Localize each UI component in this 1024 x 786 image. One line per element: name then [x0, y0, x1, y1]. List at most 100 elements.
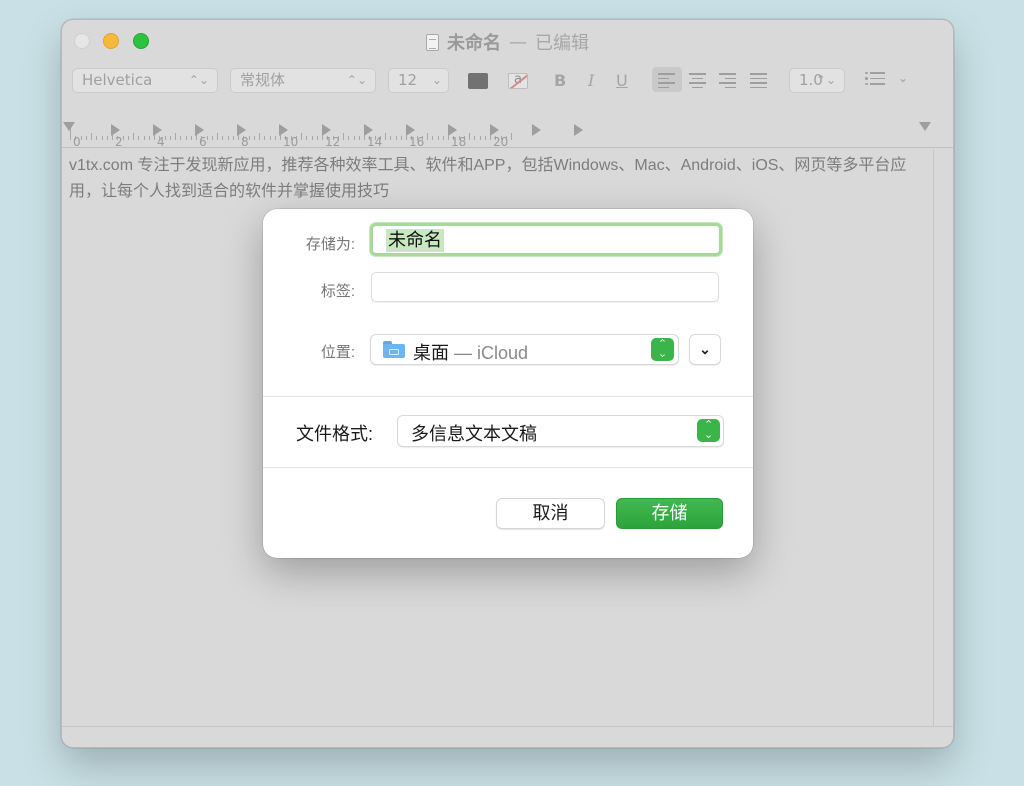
- tab-stop-marker[interactable]: [405, 124, 415, 136]
- tab-stop-marker[interactable]: [111, 124, 120, 136]
- tags-label: 标签:: [320, 283, 355, 300]
- ruler-tick: [164, 136, 166, 140]
- ruler-number: 6: [199, 135, 207, 149]
- document-text[interactable]: v1tx.com 专注于发现新应用，推荐各种效率工具、软件和APP，包括Wind…: [69, 153, 929, 205]
- file-format-label: 文件格式:: [296, 424, 374, 444]
- right-margin-marker[interactable]: [919, 122, 931, 131]
- location-service: — iCloud: [454, 343, 529, 363]
- updown-chevron-icon: ⌃⌄: [815, 73, 836, 87]
- ruler-tick: [248, 136, 250, 140]
- bold-button[interactable]: B: [554, 71, 566, 90]
- font-size-value: 12: [398, 71, 418, 89]
- font-style-value: 常规体: [240, 71, 286, 89]
- ruler-tick: [395, 136, 397, 140]
- ruler-tick: [175, 133, 176, 140]
- expand-dialog-button[interactable]: ⌄: [689, 334, 721, 365]
- ruler-tick: [274, 136, 276, 140]
- ruler-tick: [106, 136, 108, 140]
- italic-button[interactable]: I: [588, 71, 594, 90]
- left-margin-marker[interactable]: [63, 122, 75, 131]
- ruler-tick: [264, 136, 266, 140]
- ruler-number: 16: [409, 135, 425, 149]
- save-dialog: 存储为: 未命名 标签: 位置: 桌面 — iCloud ⌃ ⌄ ⌄ 文件格式: …: [263, 209, 753, 558]
- ruler-number: 0: [73, 135, 81, 149]
- list-bullets-icon[interactable]: [865, 71, 885, 87]
- updown-chevron-icon: ⌃⌄: [346, 73, 367, 87]
- file-format-popup[interactable]: 多信息文本文稿 ⌃ ⌄: [397, 415, 724, 447]
- align-right-icon[interactable]: [719, 73, 736, 88]
- ruler-number: 2: [115, 135, 123, 149]
- ruler-tick: [437, 136, 439, 140]
- tab-stop-marker[interactable]: [195, 124, 205, 136]
- ruler-tick: [301, 133, 302, 140]
- window-title-state: 已编辑: [535, 33, 589, 54]
- save-as-label: 存储为:: [305, 236, 355, 253]
- text-color-swatch[interactable]: [468, 73, 488, 89]
- ruler-tick: [190, 136, 192, 140]
- font-family-popup[interactable]: Helvetica ⌃⌄: [72, 68, 218, 93]
- line-spacing-popup[interactable]: 1.0 ⌃⌄: [789, 68, 845, 93]
- tab-stop-marker[interactable]: [153, 124, 163, 136]
- ruler-tick: [474, 136, 476, 140]
- font-style-popup[interactable]: 常规体 ⌃⌄: [230, 68, 376, 93]
- chevron-down-icon: ⌄: [431, 73, 442, 87]
- ruler-number: 8: [241, 135, 249, 149]
- highlight-a-icon: a: [514, 73, 522, 87]
- ruler-tick: [80, 136, 82, 140]
- ruler-tick: [148, 136, 150, 140]
- location-popup[interactable]: 桌面 — iCloud ⌃ ⌄: [370, 334, 679, 365]
- ruler-tick: [143, 136, 145, 140]
- ruler-number: 18: [451, 135, 467, 149]
- ruler-tick: [259, 133, 260, 140]
- ruler-tick: [427, 133, 428, 140]
- save-button[interactable]: 存储: [616, 498, 723, 529]
- ruler-number: 10: [283, 135, 299, 149]
- ruler-tick: [185, 136, 187, 140]
- filename-input[interactable]: 未命名: [370, 223, 722, 256]
- ruler-tick: [85, 136, 87, 140]
- window-title: 未命名 — 已编辑: [62, 29, 953, 55]
- divider: [263, 467, 753, 468]
- align-center-icon[interactable]: [689, 73, 706, 88]
- highlight-color-swatch[interactable]: a: [508, 73, 528, 89]
- desktop-folder-icon: [383, 341, 405, 358]
- updown-chevron-icon: ⌃⌄: [188, 73, 209, 87]
- tab-stop-marker[interactable]: [447, 124, 457, 136]
- underline-button[interactable]: U: [616, 71, 628, 90]
- ruler-tick: [385, 133, 386, 140]
- tab-stop-marker[interactable]: [321, 124, 331, 136]
- tab-stop-marker[interactable]: [574, 124, 584, 136]
- ruler-tick: [511, 133, 512, 140]
- tab-stop-marker[interactable]: [532, 124, 541, 136]
- font-family-value: Helvetica: [82, 71, 153, 89]
- ruler-tick: [343, 133, 344, 140]
- ruler-tick: [358, 136, 360, 140]
- ruler-tick: [390, 136, 392, 140]
- tab-stop-marker[interactable]: [489, 124, 499, 136]
- ruler-tick: [101, 136, 103, 140]
- ruler-tick: [127, 136, 129, 140]
- font-size-combo[interactable]: 12 ⌄: [388, 68, 449, 93]
- ruler-tick: [306, 136, 308, 140]
- window-title-name: 未命名: [447, 33, 501, 54]
- tab-stop-marker[interactable]: [237, 124, 247, 136]
- chevron-down-icon[interactable]: ⌄: [898, 71, 908, 85]
- ruler[interactable]: 0 2 4 6 8 10 12 14 16 18 20: [62, 108, 953, 149]
- ruler-tick: [484, 136, 486, 140]
- ruler-tick: [180, 136, 182, 140]
- ruler-tick: [432, 136, 434, 140]
- tab-stop-marker[interactable]: [279, 124, 289, 136]
- window-bottom-bar: [62, 726, 953, 747]
- ruler-tick: [316, 136, 318, 140]
- align-justify-icon[interactable]: [750, 73, 767, 88]
- ruler-tick: [469, 133, 470, 140]
- cancel-button[interactable]: 取消: [496, 498, 605, 529]
- location-folder: 桌面: [413, 343, 449, 363]
- location-updown-icon: ⌃ ⌄: [651, 338, 674, 361]
- tab-stop-marker[interactable]: [363, 124, 373, 136]
- tags-input[interactable]: [371, 272, 719, 302]
- ruler-tick: [348, 136, 350, 140]
- ruler-number: 20: [493, 135, 509, 149]
- title-bar[interactable]: 未命名 — 已编辑: [62, 20, 953, 62]
- ruler-tick: [222, 136, 224, 140]
